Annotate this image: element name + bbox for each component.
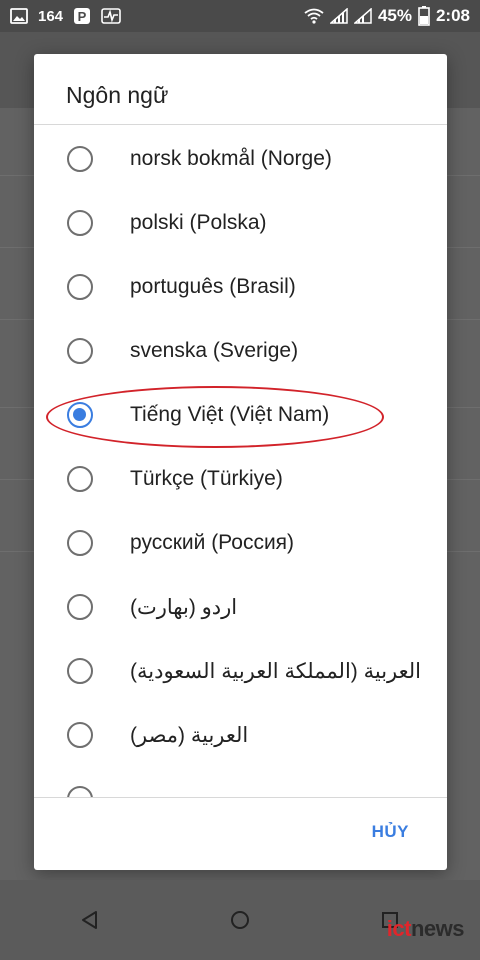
language-option[interactable]: português (Brasil) <box>34 255 447 319</box>
home-icon <box>231 911 249 929</box>
home-button[interactable] <box>220 900 260 940</box>
watermark-logo: ictnews <box>386 916 465 941</box>
language-option-label: العربية (مصر) <box>130 723 249 747</box>
language-option[interactable]: polski (Polska) <box>34 191 447 255</box>
language-option-label: norsk bokmål (Norge) <box>130 147 332 170</box>
language-option-label: português (Brasil) <box>130 275 296 298</box>
language-option-label: русский (Россия) <box>130 531 295 554</box>
battery-percent: 45% <box>377 6 412 25</box>
radio-button[interactable] <box>67 594 93 620</box>
signal-icon-2 <box>353 8 372 24</box>
wifi-icon <box>304 8 324 24</box>
back-icon <box>82 911 97 929</box>
clock: 2:08 <box>435 6 470 25</box>
parking-icon: P <box>73 7 91 25</box>
cancel-button[interactable]: HỦY <box>372 822 409 842</box>
radio-button[interactable] <box>67 530 93 556</box>
back-button[interactable] <box>70 900 110 940</box>
language-option[interactable]: русский (Россия) <box>34 511 447 575</box>
language-option[interactable]: العربية (المملكة العربية السعودية) <box>34 639 447 703</box>
language-option-label: svenska (Sverige) <box>130 339 299 362</box>
language-option[interactable]: اردو (بھارت) <box>34 575 447 639</box>
language-dialog: Ngôn ngữ norsk bokmål (Norge) polski (Po… <box>34 54 447 870</box>
language-option-label: اردو (بھارت) <box>130 595 238 619</box>
activity-icon <box>101 8 121 24</box>
radio-button[interactable] <box>67 210 93 236</box>
language-option-label: Türkçe (Türkiye) <box>130 467 283 490</box>
language-option[interactable]: svenska (Sverige) <box>34 319 447 383</box>
language-option[interactable]: Türkçe (Türkiye) <box>34 447 447 511</box>
dialog-title: Ngôn ngữ <box>66 82 169 108</box>
radio-button[interactable] <box>67 274 93 300</box>
battery-icon <box>418 6 430 26</box>
radio-button[interactable] <box>67 722 93 748</box>
language-list[interactable]: norsk bokmål (Norge) polski (Polska) por… <box>34 125 447 797</box>
signal-icon <box>329 8 348 24</box>
radio-button[interactable] <box>67 146 93 172</box>
language-option-label: polski (Polska) <box>130 211 267 234</box>
notification-count: 164 <box>38 7 64 25</box>
highlight-annotation <box>46 386 384 448</box>
status-bar: 164 P 45% 2:08 <box>0 0 480 32</box>
radio-button[interactable] <box>67 466 93 492</box>
gallery-icon <box>10 8 28 24</box>
radio-button[interactable] <box>67 338 93 364</box>
language-option-partial[interactable] <box>34 767 447 797</box>
language-option-label: العربية (المملكة العربية السعودية) <box>130 659 421 683</box>
svg-text:P: P <box>78 9 87 24</box>
language-option[interactable]: norsk bokmål (Norge) <box>34 127 447 191</box>
language-option[interactable]: العربية (مصر) <box>34 703 447 767</box>
radio-button[interactable] <box>67 658 93 684</box>
radio-button[interactable] <box>67 786 93 797</box>
divider <box>34 797 447 798</box>
